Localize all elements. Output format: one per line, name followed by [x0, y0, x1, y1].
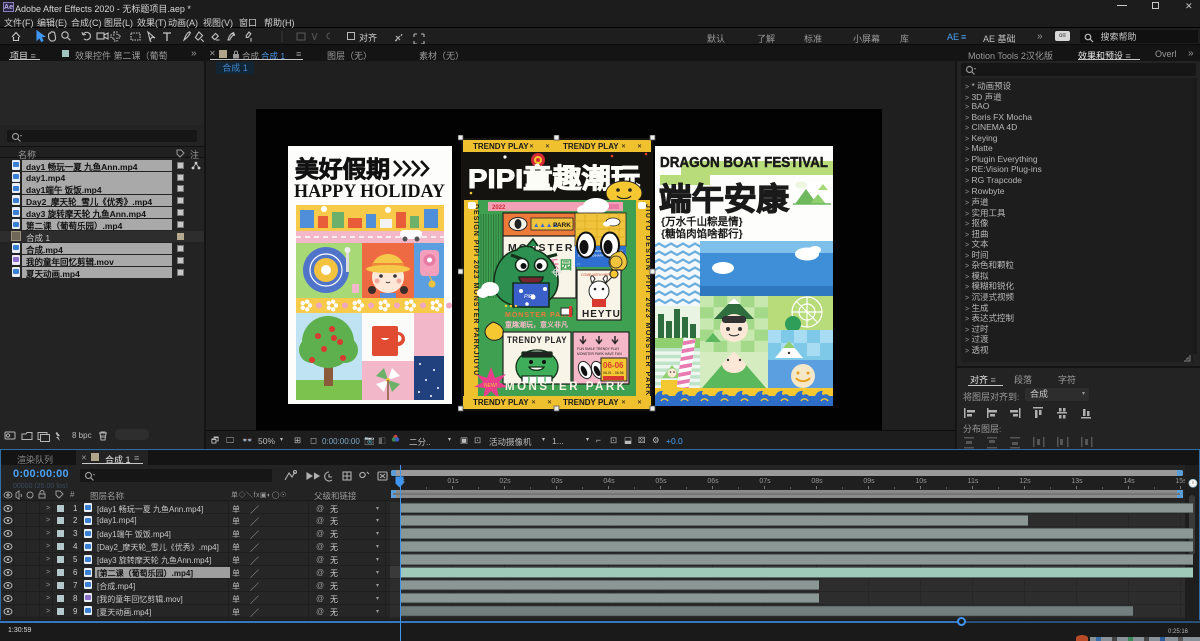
svg-text:{万水千山粽是情}: {万水千山粽是情}: [661, 215, 743, 228]
svg-text:{糖馅肉馅啥都行}: {糖馅肉馅啥都行}: [661, 227, 743, 240]
svg-text:美好假期: 美好假期: [295, 156, 390, 182]
svg-text:DRAGON BOAT FESTIVAL: DRAGON BOAT FESTIVAL: [660, 154, 828, 171]
svg-text:端午安康: 端午安康: [659, 182, 790, 217]
svg-text:HAPPY HOLIDAY: HAPPY HOLIDAY: [294, 181, 445, 202]
